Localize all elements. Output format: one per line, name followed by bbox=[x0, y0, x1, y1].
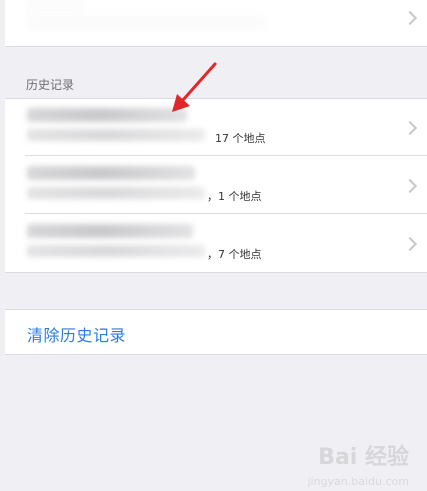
arrow-shaft bbox=[181, 62, 217, 102]
history-item-count: ，7 个地点 bbox=[207, 248, 262, 261]
blurred-place-address bbox=[27, 245, 205, 257]
watermark-logo: Bai 经验 bbox=[318, 445, 409, 470]
clear-history-button[interactable]: 清除历史记录 bbox=[27, 322, 126, 346]
blurred-place-name bbox=[27, 166, 195, 180]
blurred-place-name bbox=[27, 108, 187, 122]
row-divider bbox=[25, 213, 427, 214]
blurred-place-address bbox=[27, 187, 205, 199]
watermark-url: jingyan.baidu.com bbox=[307, 475, 409, 488]
history-section-header: 历史记录 bbox=[26, 78, 75, 92]
chevron-right-icon bbox=[402, 10, 418, 26]
chevron-right-icon bbox=[402, 178, 418, 194]
history-list: 17 个地点 ，1 个地点 ，7 个地点 bbox=[5, 98, 427, 273]
blurred-place-name bbox=[27, 224, 193, 238]
blurred-subtitle bbox=[25, 16, 265, 30]
history-item[interactable]: 17 个地点 bbox=[5, 99, 427, 156]
history-item-count: 17 个地点 bbox=[215, 132, 266, 145]
clear-history-row[interactable]: 清除历史记录 bbox=[5, 309, 427, 355]
blurred-place-address bbox=[27, 129, 205, 141]
chevron-right-icon bbox=[402, 120, 418, 136]
chevron-right-icon bbox=[402, 236, 418, 252]
history-item-count: ，1 个地点 bbox=[207, 190, 262, 203]
blurred-title bbox=[25, 0, 85, 12]
row-divider bbox=[25, 155, 427, 156]
history-item[interactable]: ，7 个地点 bbox=[5, 215, 427, 272]
history-item[interactable]: ，1 个地点 bbox=[5, 157, 427, 214]
top-list-item[interactable] bbox=[5, 0, 427, 47]
